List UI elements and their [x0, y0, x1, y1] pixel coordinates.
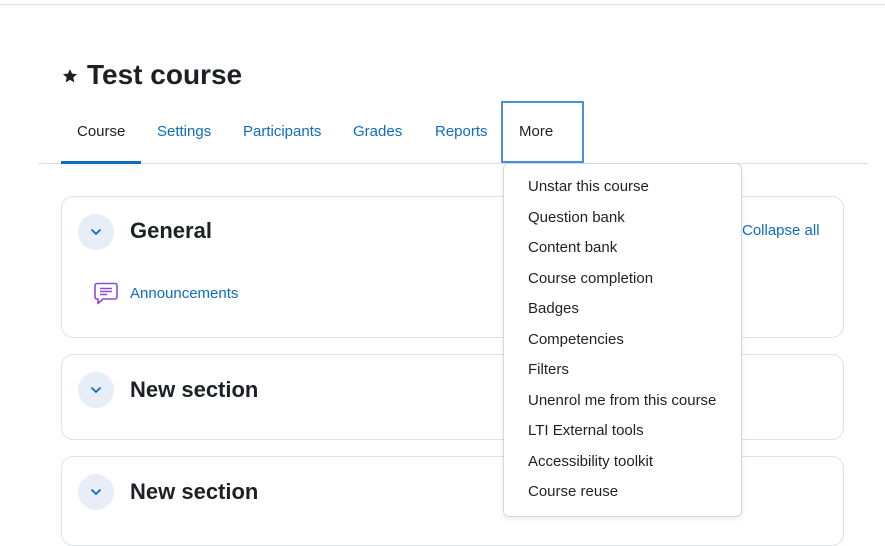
star-icon[interactable]	[62, 68, 78, 84]
section-toggle-button[interactable]	[78, 372, 114, 408]
menu-item-lti-external-tools[interactable]: LTI External tools	[528, 421, 644, 441]
tab-participants[interactable]: Participants	[227, 101, 337, 163]
page-title: Test course	[87, 59, 243, 90]
chevron-down-icon	[90, 488, 102, 496]
tab-more-label: More	[519, 123, 554, 140]
activity-announcements[interactable]: Announcements	[93, 280, 238, 306]
section-title: General	[130, 218, 212, 243]
menu-item-content-bank[interactable]: Content bank	[528, 238, 617, 258]
tab-grades[interactable]: Grades	[337, 101, 418, 163]
menu-item-question-bank[interactable]: Question bank	[528, 208, 625, 228]
menu-item-accessibility-toolkit[interactable]: Accessibility toolkit	[528, 452, 653, 472]
section-title: New section	[130, 479, 259, 504]
collapse-all-link[interactable]: Collapse all	[742, 222, 820, 239]
tab-course[interactable]: Course	[61, 101, 142, 164]
menu-item-badges[interactable]: Badges	[528, 299, 579, 319]
section-title: New section	[130, 377, 259, 402]
menu-item-competencies[interactable]: Competencies	[528, 330, 624, 350]
menu-item-course-completion[interactable]: Course completion	[528, 269, 653, 289]
chevron-down-icon	[90, 386, 102, 394]
menu-item-course-reuse[interactable]: Course reuse	[528, 482, 618, 502]
more-dropdown-menu: Unstar this course Question bank Content…	[503, 163, 742, 517]
menu-item-unstar-course[interactable]: Unstar this course	[528, 177, 649, 197]
course-navigation: Course Settings Participants Grades Repo…	[38, 101, 868, 192]
tab-reports[interactable]: Reports	[419, 101, 504, 163]
tab-more[interactable]: More	[501, 101, 584, 192]
page-header: Test course	[62, 58, 242, 92]
chevron-down-icon	[90, 228, 102, 236]
top-divider	[0, 4, 885, 5]
menu-item-unenrol[interactable]: Unenrol me from this course	[528, 391, 716, 411]
menu-item-filters[interactable]: Filters	[528, 360, 569, 380]
tab-settings[interactable]: Settings	[141, 101, 227, 163]
section-toggle-button[interactable]	[78, 214, 114, 250]
forum-icon	[94, 282, 118, 305]
section-toggle-button[interactable]	[78, 474, 114, 510]
activity-link[interactable]: Announcements	[130, 285, 238, 302]
